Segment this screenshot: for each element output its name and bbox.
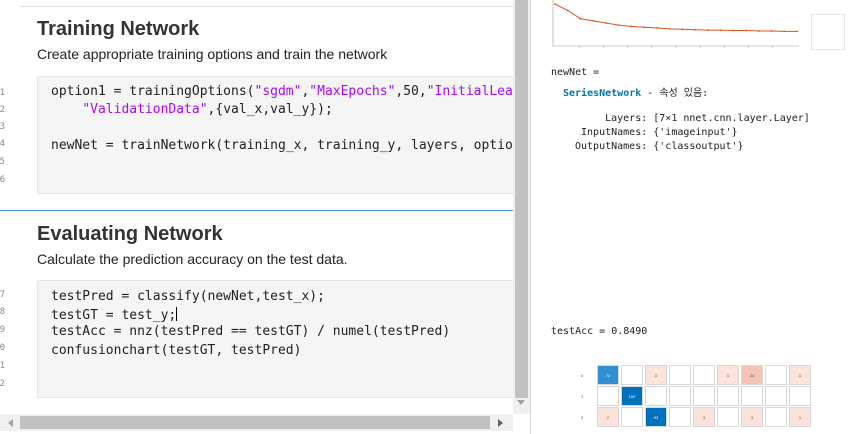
confusion-row-label: 1 [581,394,584,399]
confusion-cell [765,407,787,427]
confusion-row-label: 2 [581,415,584,420]
training-section-description[interactable]: Create appropriate training options and … [37,46,387,62]
confusion-cell [717,386,739,406]
confusion-cell [621,407,643,427]
confusion-cell: 3 [741,407,763,427]
horizontal-scrollbar[interactable] [0,414,513,431]
loss-point [770,30,773,32]
code-line-testacc[interactable]: testAcc = nnz(testPred == testGT) / nume… [51,324,450,339]
confusion-cell: 1 [789,365,811,385]
line-number: 1 [0,361,5,371]
confusion-cell [669,386,691,406]
output-layers: Layers: [7×1 nnet.cnn.layer.Layer] [575,113,810,124]
loss-point [617,24,620,26]
output-inputnames: InputNames: {'imageinput'} [575,127,738,138]
line-number: 4 [0,139,5,149]
output-pane[interactable]: newNet = SeriesNetwork - 속성 있음: Layers: … [531,0,867,434]
live-editor[interactable]: 1 2 3 4 5 6 7 8 9 0 1 2 Training Network… [0,0,513,414]
loss-point [745,29,747,32]
line-number: 2 [0,105,5,115]
loss-point [554,3,556,5]
loss-point [592,20,595,22]
code-line-train[interactable]: newNet = trainNetwork(training_x, traini… [51,138,513,153]
output-outputnames: OutputNames: {'classoutput'} [575,141,744,152]
confusion-cell: 1 [717,365,739,385]
confusion-cell: 100 [621,386,643,406]
code-line-options[interactable]: option1 = trainingOptions("sgdm","MaxEpo… [51,84,513,99]
output-newnet-class: SeriesNetwork - 속성 있음: [563,88,709,99]
scroll-down-arrow-icon[interactable] [517,400,525,405]
vertical-scroll-thumb[interactable] [515,0,528,398]
confusion-cell: 72 [597,365,619,385]
loss-point [566,9,569,12]
training-code-cell[interactable]: option1 = trainingOptions("sgdm","MaxEpo… [37,76,513,194]
code-line-validation[interactable]: "ValidationData",{val_x,val_y}); [51,102,332,117]
loss-point [694,28,697,31]
loss-point [668,27,671,30]
training-section-title[interactable]: Training Network [37,18,199,41]
loss-point [630,25,633,28]
confusion-cell [789,386,811,406]
loss-point [757,30,760,32]
confusion-cell: 1 [645,365,667,385]
plot-info-panel [811,14,845,50]
confusion-cell [693,386,715,406]
confusion-row-label: 0 [581,373,584,378]
confusion-cell [645,386,667,406]
confusion-cell [693,365,715,385]
text-cursor [176,307,178,321]
confusion-cell [765,365,787,385]
code-line-classify[interactable]: testPred = classify(newNet,test_x); [51,289,325,304]
line-number: 7 [0,290,5,300]
confusion-cell [669,407,691,427]
loss-point [783,30,786,33]
loss-point [655,27,658,29]
output-testacc: testAcc = 0.8490 [551,326,648,337]
seriesnetwork-link[interactable]: SeriesNetwork [563,88,641,99]
line-number-gutter: 1 2 3 4 5 6 7 8 9 0 1 2 [0,0,8,414]
scroll-right-arrow-icon[interactable] [498,419,503,427]
evaluating-code-cell[interactable]: testPred = classify(newNet,test_x); test… [37,280,513,398]
confusion-cell [717,407,739,427]
confusion-cell: 24 [741,365,763,385]
output-newnet-header: newNet = [551,67,600,78]
evaluating-section-description[interactable]: Calculate the prediction accuracy on the… [37,251,348,267]
cell-border [20,6,513,7]
loss-point [605,22,607,24]
line-number: 2 [0,379,5,389]
confusion-cell: 1 [789,407,811,427]
line-number: 1 [0,88,5,98]
code-line-testgt[interactable]: testGT = test_y; [51,307,178,323]
loss-point [719,29,722,32]
confusion-cell [741,386,763,406]
confusion-cell: 93 [645,407,667,427]
line-number: 5 [0,157,5,167]
evaluating-section-title[interactable]: Evaluating Network [37,223,223,246]
loss-point [681,28,684,31]
line-number: 3 [0,122,5,132]
loss-point [643,26,646,29]
line-number: 0 [0,343,5,353]
confusion-cell [669,365,691,385]
vertical-scrollbar[interactable] [513,0,530,414]
line-number: 6 [0,175,5,185]
loss-point [706,29,709,32]
loss-point [796,30,798,33]
confusion-cell [621,365,643,385]
section-divider [0,210,513,211]
confusion-cell: 3 [693,407,715,427]
line-number: 9 [0,325,5,335]
confusion-cell [597,386,619,406]
loss-point [732,29,735,32]
training-progress-plot[interactable] [549,0,801,55]
loss-point [579,17,582,20]
confusion-cell: 2 [597,407,619,427]
scroll-left-arrow-icon[interactable] [8,419,13,427]
line-number: 8 [0,307,5,317]
confusion-cell [765,386,787,406]
code-line-confusionchart[interactable]: confusionchart(testGT, testPred) [51,343,301,358]
horizontal-scroll-thumb[interactable] [20,416,490,429]
